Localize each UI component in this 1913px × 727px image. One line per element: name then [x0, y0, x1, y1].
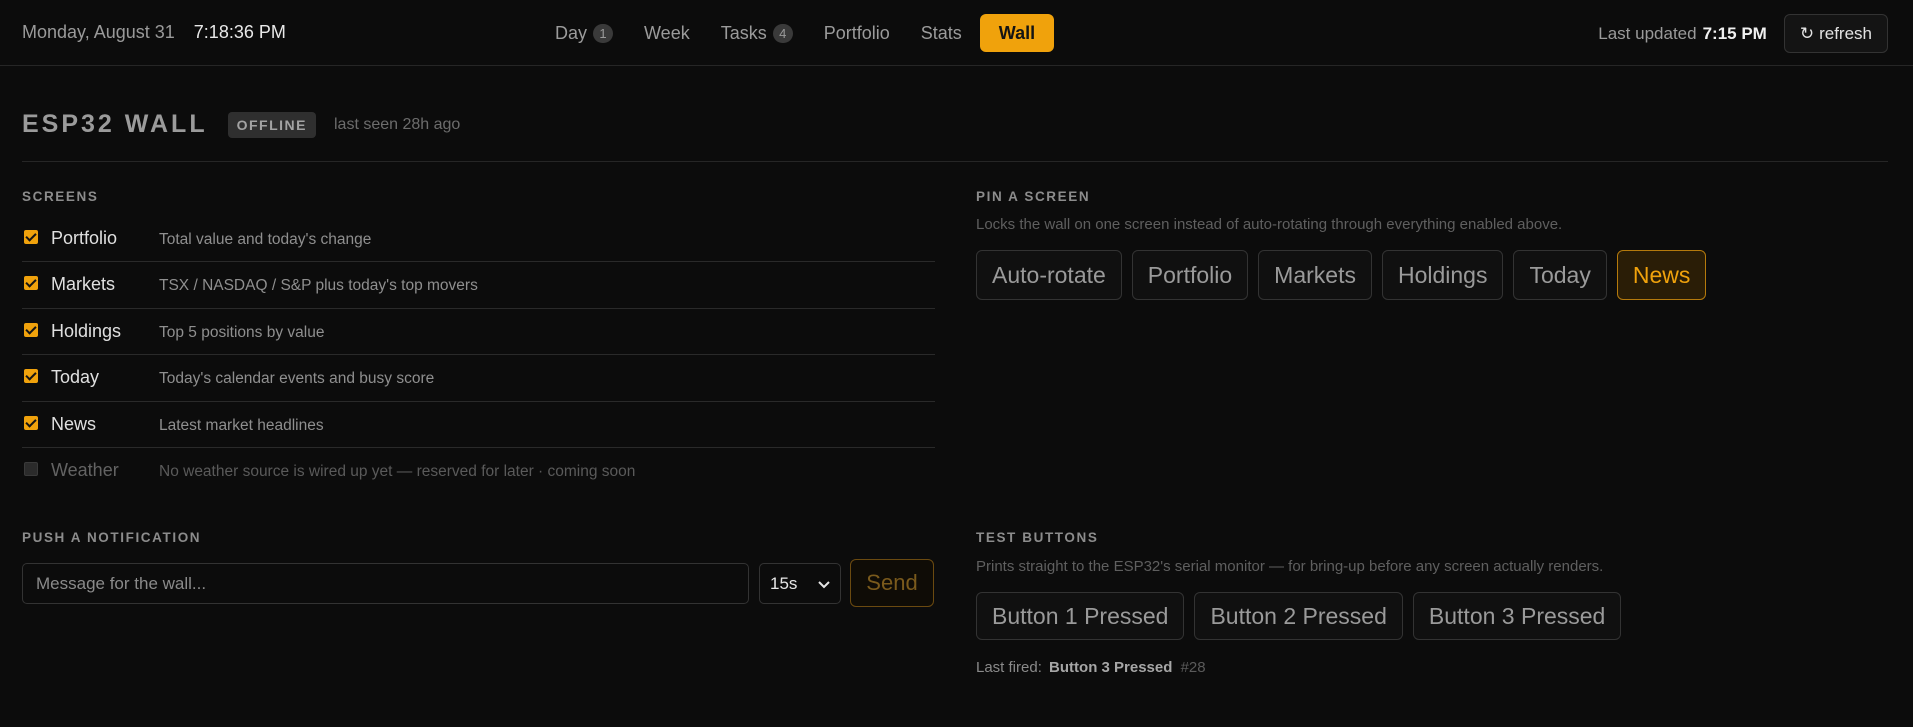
nav-stats[interactable]: Stats	[908, 14, 975, 52]
pin-option-auto-rotate[interactable]: Auto-rotate	[976, 250, 1122, 300]
nav-tasks-badge: 4	[772, 23, 793, 43]
duration-value: 15s	[770, 573, 798, 593]
pin-option-holdings[interactable]: Holdings	[1381, 250, 1504, 300]
pin-section-label: PIN A SCREEN	[976, 189, 1091, 204]
test-section-desc: Prints straight to the ESP32's serial mo…	[976, 558, 1604, 575]
pin-option-news[interactable]: News	[1616, 250, 1707, 300]
nav-tasks-label: Tasks	[720, 22, 767, 43]
notify-section-label: PUSH A NOTIFICATION	[22, 530, 202, 545]
nav-day-label: Day	[555, 22, 588, 43]
screen-checkbox-today[interactable]	[24, 369, 38, 384]
test-buttons: Button 1 Pressed Button 2 Pressed Button…	[976, 592, 1622, 640]
nav-day-badge: 1	[593, 23, 614, 43]
screen-row-holdings: Holdings Top 5 positions by value	[22, 309, 935, 356]
screen-desc: TSX / NASDAQ / S&P plus today's top move…	[159, 277, 478, 295]
nav-tasks[interactable]: Tasks 4	[708, 14, 806, 52]
pin-option-portfolio[interactable]: Portfolio	[1131, 250, 1249, 300]
nav-portfolio-label: Portfolio	[823, 22, 890, 43]
nav-portfolio[interactable]: Portfolio	[811, 14, 903, 52]
screen-checkbox-news[interactable]	[24, 415, 38, 430]
send-button[interactable]: Send	[850, 559, 934, 607]
pin-section-desc: Locks the wall on one screen instead of …	[976, 216, 1563, 233]
notification-message-input[interactable]	[22, 563, 749, 604]
chevron-down-icon	[818, 574, 830, 594]
test-button-3[interactable]: Button 3 Pressed	[1412, 592, 1622, 640]
screen-name: Portfolio	[51, 228, 118, 248]
nav-week[interactable]: Week	[631, 14, 703, 52]
screens-section-label: SCREENS	[22, 189, 99, 204]
screen-name: Today	[51, 367, 100, 388]
screen-desc: Today's calendar events and busy score	[159, 370, 435, 388]
screen-checkbox-weather	[24, 461, 38, 476]
nav-wall-label: Wall	[998, 22, 1036, 43]
duration-select[interactable]: 15s	[759, 563, 841, 604]
main-nav: Day 1 Week Tasks 4 Portfolio Stats Wall	[542, 13, 1059, 53]
pin-option-markets[interactable]: Markets	[1258, 250, 1372, 300]
screen-name: Weather	[51, 459, 119, 480]
refresh-button[interactable]: ↻ refresh	[1783, 14, 1888, 53]
last-fired-name: Button 3 Pressed	[1049, 659, 1173, 676]
test-section-label: TEST BUTTONS	[976, 530, 1099, 545]
last-updated-label: Last updated	[1598, 23, 1697, 43]
screen-row-weather: Weather No weather source is wired up ye…	[22, 448, 935, 494]
screen-checkbox-portfolio[interactable]	[24, 230, 38, 244]
wall-header: ESP32 WALL OFFLINE last seen 28h ago	[22, 110, 460, 139]
last-fired: Last fired: Button 3 Pressed #28	[976, 659, 1206, 676]
page-title: ESP32 WALL	[22, 110, 208, 138]
current-date: Monday, August 31	[22, 22, 175, 42]
screen-row-markets: Markets TSX / NASDAQ / S&P plus today's …	[22, 262, 935, 309]
screen-desc: Latest market headlines	[159, 416, 324, 434]
header-divider	[22, 161, 1888, 162]
screen-desc: Top 5 positions by value	[159, 323, 325, 341]
last-fired-count: #28	[1180, 659, 1206, 676]
screen-checkbox-holdings[interactable]	[24, 322, 38, 337]
screens-list: Portfolio Total value and today's change…	[22, 216, 935, 494]
pin-option-today[interactable]: Today	[1513, 250, 1607, 300]
last-updated-time: 7:15 PM	[1702, 23, 1767, 43]
test-button-1[interactable]: Button 1 Pressed	[976, 592, 1185, 640]
screen-name: Markets	[51, 274, 116, 295]
last-fired-label: Last fired:	[976, 659, 1042, 676]
refresh-label: refresh	[1819, 23, 1872, 43]
screen-desc: Total value and today's change	[159, 231, 372, 248]
screen-row-portfolio: Portfolio Total value and today's change	[22, 216, 935, 263]
screen-desc: No weather source is wired up yet — rese…	[159, 462, 636, 480]
nav-wall[interactable]: Wall	[979, 14, 1055, 52]
nav-stats-label: Stats	[920, 22, 962, 43]
date-time: Monday, August 31 7:18:36 PM	[22, 22, 286, 43]
update-status: Last updated 7:15 PM ↻ refresh	[1598, 14, 1888, 53]
screen-row-news: News Latest market headlines	[22, 402, 935, 448]
refresh-icon: ↻	[1799, 23, 1815, 43]
nav-day[interactable]: Day 1	[542, 14, 626, 52]
screen-name: News	[51, 413, 97, 434]
pin-options: Auto-rotate Portfolio Markets Holdings T…	[976, 250, 1707, 300]
current-time: 7:18:36 PM	[193, 22, 286, 42]
screen-row-today: Today Today's calendar events and busy s…	[22, 355, 935, 402]
status-badge: OFFLINE	[227, 111, 316, 138]
test-button-2[interactable]: Button 2 Pressed	[1194, 592, 1403, 640]
screen-checkbox-markets[interactable]	[24, 276, 38, 291]
top-bar: Monday, August 31 7:18:36 PM Day 1 Week …	[0, 0, 1913, 66]
last-seen: last seen 28h ago	[333, 115, 461, 133]
screen-name: Holdings	[51, 320, 122, 341]
nav-week-label: Week	[644, 22, 690, 43]
